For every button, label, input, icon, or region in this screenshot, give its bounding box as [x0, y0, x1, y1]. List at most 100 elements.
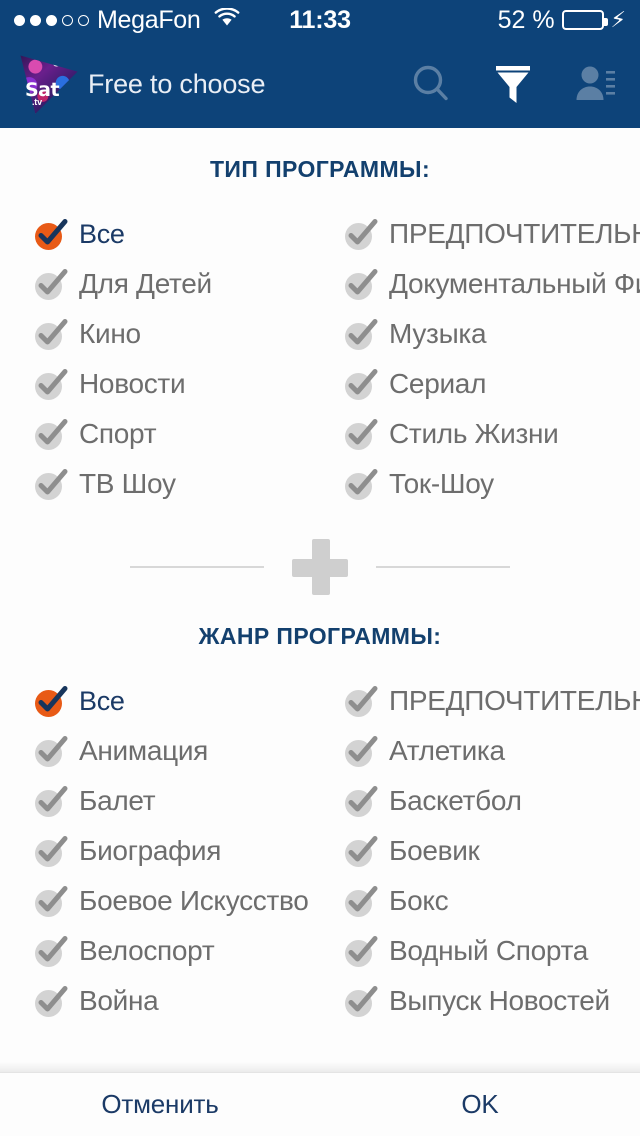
check-tick-icon — [38, 269, 68, 295]
checkbox-unchecked-icon[interactable] — [34, 734, 68, 768]
filter-option-label: Боевое Искусство — [79, 885, 309, 916]
check-tick-icon — [348, 936, 378, 962]
filter-option[interactable]: Боевое Искусство — [34, 876, 344, 926]
check-tick-icon — [38, 369, 68, 395]
filter-option[interactable]: Новости — [34, 359, 344, 409]
filter-option[interactable]: Ток-Шоу — [344, 459, 640, 509]
check-tick-icon — [348, 469, 378, 495]
profile-icon[interactable] — [568, 57, 622, 111]
filter-icon[interactable] — [486, 57, 540, 111]
check-tick-icon — [348, 369, 378, 395]
filter-option-label: Война — [79, 985, 159, 1016]
check-tick-icon — [348, 736, 378, 762]
filter-option[interactable]: Спорт — [34, 409, 344, 459]
checkbox-unchecked-icon[interactable] — [344, 317, 378, 351]
checkbox-unchecked-icon[interactable] — [34, 884, 68, 918]
filter-option-label: ТВ Шоу — [79, 468, 176, 499]
filter-option-label: Документальный Фильм — [389, 268, 640, 299]
checkbox-unchecked-icon[interactable] — [344, 934, 378, 968]
filter-option[interactable]: Сериал — [344, 359, 640, 409]
filter-option[interactable]: Документальный Фильм — [344, 259, 640, 309]
check-tick-icon — [38, 886, 68, 912]
check-tick-icon — [38, 986, 68, 1012]
signal-dot-empty — [62, 14, 73, 26]
filter-option-label: Выпуск Новостей — [389, 985, 610, 1016]
signal-dot-filled — [46, 14, 57, 26]
checkbox-checked-icon[interactable] — [34, 684, 68, 718]
checkbox-unchecked-icon[interactable] — [34, 367, 68, 401]
checkbox-unchecked-icon[interactable] — [34, 317, 68, 351]
check-tick-icon — [348, 269, 378, 295]
logo-secondary-text: .tv — [32, 97, 42, 107]
sat-tv-logo[interactable]: Sat .tv — [18, 53, 80, 115]
checkbox-unchecked-icon[interactable] — [34, 834, 68, 868]
checkbox-unchecked-icon[interactable] — [344, 684, 378, 718]
app-screen: MegaFon 11:33 52 % ⚡ Sat .tv Free to cho… — [0, 0, 640, 1136]
filter-option[interactable]: Музыка — [344, 309, 640, 359]
check-tick-icon — [348, 986, 378, 1012]
checkbox-unchecked-icon[interactable] — [34, 784, 68, 818]
wifi-icon — [213, 6, 241, 33]
filter-option-selected[interactable]: Все — [34, 676, 344, 726]
check-tick-icon — [348, 219, 378, 245]
signal-dot-empty — [78, 14, 89, 26]
filter-option-label: Для Детей — [79, 268, 212, 299]
filter-option[interactable]: Анимация — [34, 726, 344, 776]
app-header-bar: Sat .tv Free to choose — [0, 40, 640, 128]
checkbox-unchecked-icon[interactable] — [344, 217, 378, 251]
filter-option[interactable]: Кино — [34, 309, 344, 359]
filter-option-label: Биография — [79, 835, 222, 866]
filter-option[interactable]: Выпуск Новостей — [344, 976, 640, 1026]
divider-line-left — [130, 566, 264, 568]
checkbox-unchecked-icon[interactable] — [344, 734, 378, 768]
filter-option[interactable]: Атлетика — [344, 726, 640, 776]
app-bar-actions — [404, 57, 622, 111]
filter-option[interactable]: Бокс — [344, 876, 640, 926]
filter-option[interactable]: Баскетбол — [344, 776, 640, 826]
checkbox-unchecked-icon[interactable] — [34, 984, 68, 1018]
filter-option[interactable]: Стиль Жизни — [344, 409, 640, 459]
filter-option-label: Сериал — [389, 368, 487, 399]
filter-option-label: Все — [79, 685, 125, 716]
checkbox-unchecked-icon[interactable] — [344, 984, 378, 1018]
filter-option[interactable]: Биография — [34, 826, 344, 876]
filter-option-label: ПРЕДПОЧТИТЕЛЬНЫЙ — [389, 685, 640, 716]
checkbox-unchecked-icon[interactable] — [344, 267, 378, 301]
checkbox-unchecked-icon[interactable] — [344, 467, 378, 501]
filter-option[interactable]: ПРЕДПОЧТИТЕЛЬНЫЙ — [344, 209, 640, 259]
filter-option[interactable]: ПРЕДПОЧТИТЕЛЬНЫЙ — [344, 676, 640, 726]
filter-option[interactable]: Боевик — [344, 826, 640, 876]
filter-option[interactable]: Война — [34, 976, 344, 1026]
status-bar: MegaFon 11:33 52 % ⚡ — [0, 0, 640, 40]
check-tick-icon — [38, 736, 68, 762]
plus-icon[interactable] — [292, 539, 348, 595]
checkbox-unchecked-icon[interactable] — [344, 884, 378, 918]
checkbox-unchecked-icon[interactable] — [34, 417, 68, 451]
filter-option[interactable]: Для Детей — [34, 259, 344, 309]
filter-panel: ТИП ПРОГРАММЫ: Все ПРЕДПОЧТИТЕЛЬНЫЙ Для Де… — [0, 128, 640, 1072]
filter-option[interactable]: Велоспорт — [34, 926, 344, 976]
signal-dot-filled — [14, 14, 25, 26]
search-icon[interactable] — [404, 57, 458, 111]
filter-option-label: Велоспорт — [79, 935, 215, 966]
filter-option[interactable]: ТВ Шоу — [34, 459, 344, 509]
cancel-button[interactable]: Отменить — [0, 1089, 320, 1120]
checkbox-unchecked-icon[interactable] — [344, 417, 378, 451]
checkbox-unchecked-icon[interactable] — [344, 367, 378, 401]
carrier-name: MegaFon — [97, 5, 201, 34]
checkbox-checked-icon[interactable] — [34, 217, 68, 251]
checkbox-unchecked-icon[interactable] — [34, 267, 68, 301]
filter-option[interactable]: Балет — [34, 776, 344, 826]
ok-button[interactable]: OK — [320, 1089, 640, 1120]
filter-option[interactable]: Водный Спорта — [344, 926, 640, 976]
checkbox-unchecked-icon[interactable] — [34, 934, 68, 968]
filter-option-label: Балет — [79, 785, 156, 816]
checkbox-unchecked-icon[interactable] — [344, 834, 378, 868]
checkbox-unchecked-icon[interactable] — [344, 784, 378, 818]
lightning-bolt-icon: ⚡ — [610, 7, 626, 32]
signal-strength-dots — [14, 14, 89, 26]
checkbox-unchecked-icon[interactable] — [34, 467, 68, 501]
programme-genre-grid: Все ПРЕДПОЧТИТЕЛЬНЫЙ Анимация Атлетика Балет… — [0, 676, 640, 1026]
check-tick-icon — [348, 319, 378, 345]
filter-option-selected[interactable]: Все — [34, 209, 344, 259]
